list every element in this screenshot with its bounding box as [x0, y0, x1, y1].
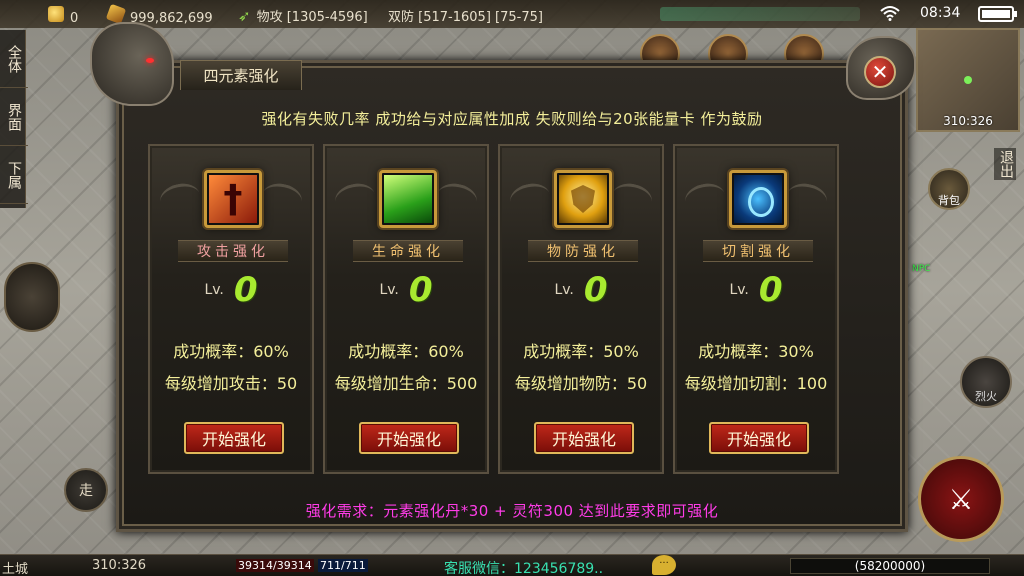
level-label: Lv.	[729, 282, 749, 298]
card-name: 物防强化	[528, 240, 638, 262]
npc-tag: NPC	[912, 264, 931, 274]
level-display: Lv. 0	[325, 270, 487, 310]
bag-label: 背包	[938, 194, 960, 207]
wing-ornament-right	[259, 180, 305, 216]
gold-icon	[48, 6, 64, 22]
gold-display: 0	[48, 6, 78, 26]
life-icon-frame	[379, 170, 437, 228]
bottom-bar: 土城 310:326 39314/39314 711/711 客服微信：1234…	[0, 554, 1024, 576]
orb-icon	[734, 175, 782, 223]
sword-icon: ⚔	[948, 482, 974, 516]
level-value: 0	[583, 270, 608, 310]
gold-value: 0	[70, 11, 79, 26]
start-enhance-button[interactable]: 开始强化	[359, 422, 459, 454]
map-name: 土城	[2, 562, 29, 576]
hp-display: 39314/39314	[236, 559, 314, 572]
card-attack: 攻击强化 Lv. 0 成功概率：60% 每级增加攻击：50 开始强化	[148, 144, 314, 474]
attack-range: [1305-4596]	[286, 10, 368, 25]
level-label: Lv.	[204, 282, 224, 298]
start-enhance-button[interactable]: 开始强化	[534, 422, 634, 454]
dialog-description: 强化有失败几率 成功给与对应属性加成 失败则给与20张能量卡 作为鼓励	[261, 110, 763, 128]
attack-icon-frame	[204, 170, 262, 228]
wing-ornament-left	[332, 180, 378, 216]
card-name: 切割强化	[703, 240, 813, 262]
per-level-bonus: 每级增加切割：100	[684, 374, 828, 393]
left-menu-all[interactable]: 全体	[0, 30, 28, 88]
attack-button[interactable]: ⚔	[918, 456, 1004, 542]
dialog-title: 四元素强化	[180, 60, 302, 90]
card-defense: 物防强化 Lv. 0 成功概率：50% 每级增加物防：50 开始强化	[498, 144, 664, 474]
card-cut: 切割强化 Lv. 0 成功概率：30% 每级增加切割：100 开始强化	[673, 144, 839, 474]
player-coords: 310:326	[92, 558, 147, 573]
close-icon: ✕	[871, 60, 889, 84]
mp-display: 711/711	[318, 559, 368, 572]
blurred-info	[660, 7, 860, 21]
defense-label: 双防	[388, 10, 415, 25]
wing-ornament-left	[682, 180, 728, 216]
chat-bubble-icon[interactable]: ···	[652, 555, 676, 575]
wing-ornament-left	[157, 180, 203, 216]
battery-icon	[978, 6, 1017, 22]
service-wechat: 客服微信：123456789..	[444, 561, 604, 576]
enhance-requirement: 强化需求：元素强化丹*30 + 灵符300 达到此要求即可强化	[305, 502, 719, 520]
status-bar: 0 999,862,699 ➶ 物攻 [1305-4596] 双防 [517-16…	[0, 0, 1024, 28]
wing-ornament-right	[784, 180, 830, 216]
left-menu: 全体 界面 下属	[0, 30, 28, 208]
skull-ornament-button[interactable]	[4, 262, 60, 332]
level-display: Lv. 0	[500, 270, 662, 310]
minimap-coords: 310:326	[943, 114, 993, 128]
wifi-icon	[880, 6, 900, 21]
success-rate: 成功概率：60%	[173, 342, 289, 361]
level-value: 0	[408, 270, 433, 310]
cut-icon-frame	[729, 170, 787, 228]
start-enhance-button[interactable]: 开始强化	[184, 422, 284, 454]
defense-icon-frame	[554, 170, 612, 228]
level-label: Lv.	[554, 282, 574, 298]
per-level-bonus: 每级增加生命：500	[334, 374, 478, 393]
sword-icon	[209, 175, 257, 223]
attack-stat: ➶ 物攻 [1305-4596]	[238, 6, 368, 25]
success-rate: 成功概率：50%	[523, 342, 639, 361]
per-level-bonus: 每级增加物防：50	[514, 374, 648, 393]
success-rate: 成功概率：60%	[348, 342, 464, 361]
clock: 08:34	[920, 5, 961, 21]
close-button[interactable]: ✕	[864, 56, 896, 88]
wing-ornament-right	[609, 180, 655, 216]
minimap[interactable]: 310:326	[916, 28, 1020, 132]
player-marker	[964, 76, 972, 84]
start-enhance-button[interactable]: 开始强化	[709, 422, 809, 454]
card-name: 攻击强化	[178, 240, 288, 262]
defense-range: [517-1605]	[418, 10, 491, 25]
bag-button[interactable]: 背包	[928, 168, 970, 210]
exit-button[interactable]: 退出	[994, 148, 1016, 180]
level-display: Lv. 0	[150, 270, 312, 310]
level-value: 0	[758, 270, 783, 310]
per-level-bonus: 每级增加攻击：50	[164, 374, 298, 393]
wing-ornament-left	[507, 180, 553, 216]
card-life: 生命强化 Lv. 0 成功概率：60% 每级增加生命：500 开始强化	[323, 144, 489, 474]
skill-label: 烈火	[975, 390, 997, 403]
skill-button-fire[interactable]: 烈火	[960, 356, 1012, 408]
left-menu-interface[interactable]: 界面	[0, 88, 28, 146]
attack-arrow-icon: ➶	[238, 7, 251, 25]
level-label: Lv.	[379, 282, 399, 298]
leaf-icon	[384, 175, 432, 223]
shield-icon	[559, 175, 607, 223]
exp-bar: (58200000)	[790, 558, 990, 574]
success-rate: 成功概率：30%	[698, 342, 814, 361]
left-menu-subordinate[interactable]: 下属	[0, 146, 28, 204]
attack-label: 物攻	[256, 10, 283, 25]
card-name: 生命强化	[353, 240, 463, 262]
defense-extra: [75-75]	[495, 10, 543, 25]
defense-stat: 双防 [517-1605] [75-75]	[388, 6, 543, 25]
level-value: 0	[233, 270, 258, 310]
level-display: Lv. 0	[675, 270, 837, 310]
wing-ornament-right	[434, 180, 480, 216]
dragon-ornament-left-icon	[90, 22, 174, 106]
walk-button[interactable]: 走	[64, 468, 108, 512]
